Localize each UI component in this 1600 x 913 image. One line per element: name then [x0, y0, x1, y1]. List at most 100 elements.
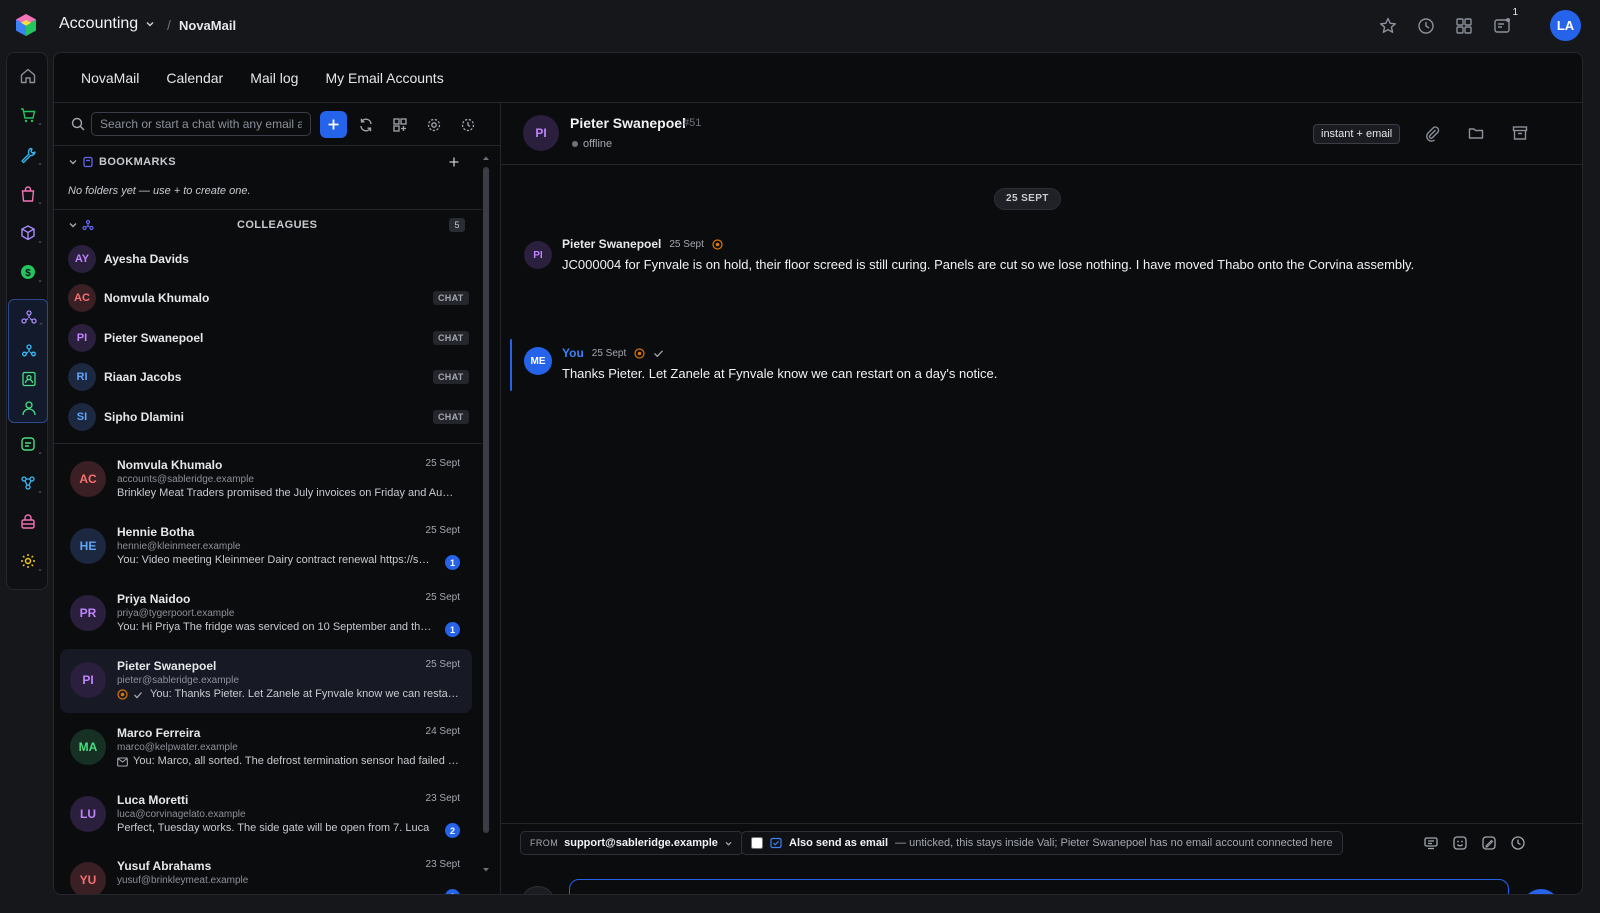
colleague-name: Riaan Jacobs	[104, 370, 182, 384]
bookmarks-section-header[interactable]: BOOKMARKS	[54, 150, 482, 174]
emoji-icon	[1453, 836, 1467, 850]
notification-settings-button[interactable]	[458, 115, 478, 135]
colleague-name: Sipho Dlamini	[104, 410, 185, 424]
divider	[54, 443, 482, 444]
conversation-item-selected[interactable]: PI Pieter Swanepoel pieter@sableridge.ex…	[60, 649, 472, 713]
folder-button[interactable]	[1467, 124, 1487, 144]
presence-status: offline	[572, 138, 612, 150]
message-input[interactable]	[569, 879, 1509, 894]
refresh-button[interactable]	[356, 115, 376, 135]
conversation-item[interactable]: HE Hennie Botha hennie@kleinmeer.example…	[60, 515, 472, 579]
colleagues-section-header[interactable]: COLLEAGUES 5	[54, 213, 482, 237]
send-button[interactable]	[1522, 889, 1560, 894]
signature-button[interactable]	[1481, 835, 1499, 853]
rail-contracts[interactable]: ⌄	[7, 426, 49, 462]
new-chat-button[interactable]	[320, 111, 347, 138]
rail-people-users[interactable]	[8, 390, 50, 426]
apps-grid-icon[interactable]	[1454, 16, 1474, 36]
archive-button[interactable]	[1511, 124, 1531, 144]
settings-button[interactable]	[424, 115, 444, 135]
colleague-item[interactable]: SI Sipho Dlamini CHAT	[54, 398, 482, 436]
check-icon	[654, 349, 664, 357]
history-clock-icon[interactable]	[1416, 16, 1436, 36]
schedule-button[interactable]	[1510, 835, 1528, 853]
list-scrollbar[interactable]	[482, 153, 490, 893]
rail-home[interactable]	[7, 58, 49, 94]
conversation-email: accounts@sableridge.example	[117, 474, 254, 485]
search-icon	[71, 117, 85, 131]
svg-text:$: $	[25, 268, 31, 279]
rail-projects[interactable]: ⌄	[7, 465, 49, 501]
conversation-item[interactable]: AC Nomvula Khumalo accounts@sableridge.e…	[60, 448, 472, 512]
check-icon	[134, 692, 142, 699]
rail-settings[interactable]: ⌄	[7, 543, 49, 579]
layout-button[interactable]	[390, 115, 410, 135]
unread-badge: 1	[445, 889, 460, 894]
conversation-name: Priya Naidoo	[117, 592, 191, 606]
rail-purchasing[interactable]: ⌄	[7, 176, 49, 212]
rail-sales[interactable]: ⌄	[7, 97, 49, 133]
email-check-icon	[770, 837, 782, 849]
rail-inventory[interactable]: ⌄	[7, 215, 49, 251]
chevron-down-icon	[69, 223, 77, 228]
conversation-item[interactable]: PR Priya Naidoo priya@tygerpoort.example…	[60, 582, 472, 646]
colleague-item[interactable]: AY Ayesha Davids	[54, 240, 482, 278]
conversation-item[interactable]: YU Yusuf Abrahams yusuf@brinkleymeat.exa…	[60, 849, 472, 894]
gear-icon	[427, 118, 441, 132]
rail-store[interactable]	[7, 504, 49, 540]
conversation-name: Nomvula Khumalo	[117, 458, 223, 472]
unread-badge: 1	[445, 555, 460, 570]
rail-accounting[interactable]: $ ⌄	[7, 254, 49, 290]
send-as-email-note: — unticked, this stays inside Vali; Piet…	[895, 837, 1333, 849]
rail-people[interactable]: ⌃	[8, 300, 50, 336]
subnav-novamail[interactable]: NovaMail	[81, 70, 139, 86]
add-folder-icon[interactable]	[448, 156, 460, 168]
from-value: support@sableridge.example	[564, 837, 718, 849]
from-selector[interactable]: FROM support@sableridge.example	[520, 831, 743, 855]
user-avatar[interactable]: LA	[1550, 10, 1581, 41]
breadcrumb-current: NovaMail	[179, 18, 237, 33]
subnav-mail-log[interactable]: Mail log	[250, 70, 298, 86]
emoji-button[interactable]	[1452, 835, 1470, 853]
dollar-coin-icon: $	[21, 265, 35, 279]
subnav-my-email-accounts[interactable]: My Email Accounts	[325, 70, 443, 86]
template-button[interactable]	[1423, 835, 1441, 853]
chat-tag: CHAT	[433, 291, 469, 305]
avatar: ME	[524, 347, 552, 375]
conversation-item[interactable]: LU Luca Moretti luca@corvinagelato.examp…	[60, 783, 472, 847]
scroll-up-icon[interactable]	[482, 155, 490, 161]
conversation-email: marco@kelpwater.example	[117, 742, 238, 753]
scrollbar-thumb[interactable]	[483, 167, 489, 833]
conversation-preview: Perfect, Tuesday works. The side gate wi…	[117, 822, 430, 834]
rail-tools[interactable]: ⌄	[7, 137, 49, 173]
shopping-bag-icon	[21, 186, 35, 202]
delivery-mode-badge[interactable]: instant + email	[1313, 124, 1401, 144]
instant-message-icon	[634, 347, 645, 359]
email-icon	[117, 757, 128, 767]
search-input[interactable]	[91, 112, 311, 136]
app-switcher[interactable]: Accounting	[59, 15, 156, 33]
colleague-item[interactable]: AC Nomvula Khumalo CHAT	[54, 279, 482, 317]
app-logo-icon[interactable]	[14, 13, 38, 37]
scroll-down-icon[interactable]	[482, 867, 490, 873]
conversation-date: 25 Sept	[425, 458, 460, 469]
top-bar: Accounting / NovaMail 1 LA	[0, 0, 1600, 52]
message-sender: You	[562, 346, 584, 360]
conversation-item[interactable]: MA Marco Ferreira marco@kelpwater.exampl…	[60, 716, 472, 780]
conversation-preview: You: Marco, all sorted. The defrost term…	[133, 755, 459, 767]
colleague-item[interactable]: PI Pieter Swanepoel CHAT	[54, 319, 482, 357]
paperclip-icon	[1426, 126, 1440, 142]
chevron-down-icon	[146, 21, 154, 27]
attach-button[interactable]	[1423, 124, 1443, 144]
colleague-item[interactable]: RI Riaan Jacobs CHAT	[54, 358, 482, 396]
notifications-icon[interactable]: 1	[1492, 7, 1518, 36]
composer-attach-button[interactable]	[521, 886, 555, 894]
star-icon[interactable]	[1378, 16, 1398, 36]
chat-panel: PI Pieter Swanepoel #51 offline instant …	[501, 103, 1582, 894]
avatar: AC	[68, 284, 96, 312]
conversation-list-panel: BOOKMARKS No folders yet — use + to crea…	[54, 103, 501, 894]
send-as-email-checkbox[interactable]	[751, 837, 763, 849]
message-sender: Pieter Swanepoel	[562, 237, 662, 251]
subnav-calendar[interactable]: Calendar	[166, 70, 223, 86]
signature-icon	[1482, 836, 1496, 850]
